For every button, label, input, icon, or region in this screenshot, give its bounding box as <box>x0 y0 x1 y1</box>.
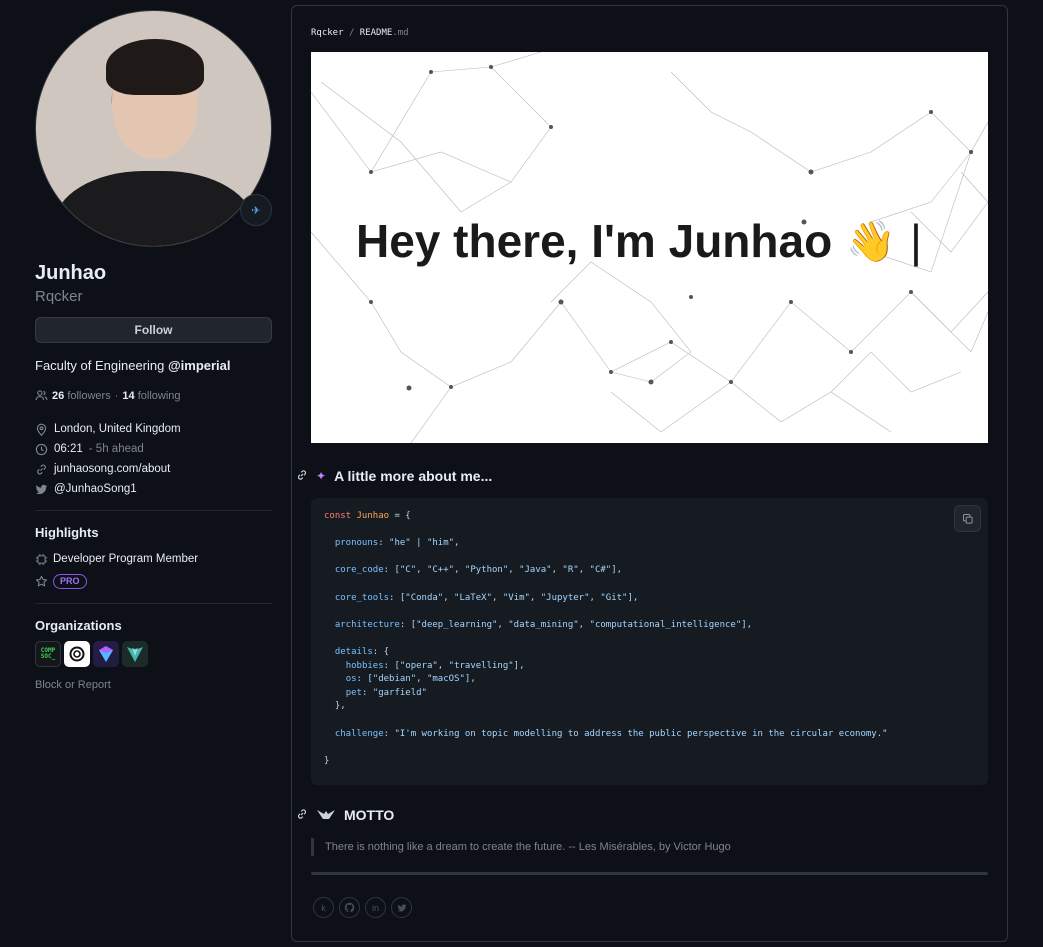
bird-icon <box>316 807 336 823</box>
local-time-text: 06:21 <box>54 443 83 455</box>
horizontal-rule <box>311 872 988 875</box>
github-icon[interactable] <box>339 897 360 918</box>
avatar-hair-shape <box>106 39 204 95</box>
cpu-icon <box>35 553 48 566</box>
breadcrumb-repo[interactable]: Rqcker <box>311 28 344 38</box>
org-openai-icon[interactable] <box>64 641 90 667</box>
breadcrumb-separator: / <box>348 28 355 38</box>
linkedin-icon[interactable]: in <box>365 897 386 918</box>
about-heading-text: A little more about me... <box>334 468 493 484</box>
website-link[interactable]: junhaosong.com/about <box>54 463 170 475</box>
divider <box>35 603 272 604</box>
readme-breadcrumb: Rqcker / README.md <box>311 28 409 38</box>
code-block: const Junhao = { pronouns: "he" | "him",… <box>311 498 988 785</box>
divider <box>35 510 272 511</box>
follow-stats: 26 followers · 14 following <box>35 389 272 402</box>
social-links: k in <box>313 897 412 918</box>
avatar-body-shape <box>54 171 254 246</box>
people-icon <box>35 389 48 402</box>
copy-code-button[interactable] <box>954 505 981 532</box>
banner-cursor: | <box>909 215 922 267</box>
org-vite-icon[interactable] <box>122 641 148 667</box>
star-icon <box>35 575 48 588</box>
developer-program-item[interactable]: Developer Program Member <box>35 548 272 570</box>
anchor-link-icon[interactable] <box>296 808 308 823</box>
anchor-link-icon[interactable] <box>296 469 308 484</box>
organizations-title: Organizations <box>35 618 122 633</box>
clock-icon <box>35 443 48 456</box>
bio-text: Faculty of Engineering <box>35 358 168 373</box>
profile-details: London, United Kingdom 06:21 - 5h ahead … <box>35 419 272 499</box>
followers-link[interactable]: 26 followers <box>52 390 111 402</box>
follow-button[interactable]: Follow <box>35 317 272 343</box>
avatar[interactable] <box>35 10 272 247</box>
twitter-icon[interactable] <box>391 897 412 918</box>
twitter-handle[interactable]: @JunhaoSong1 <box>54 483 137 495</box>
location-text: London, United Kingdom <box>54 423 181 435</box>
readme-panel: Rqcker / README.md Hey there, I'm Junhao… <box>291 5 1008 942</box>
local-time-item: 06:21 - 5h ahead <box>35 439 272 459</box>
motto-quote: There is nothing like a dream to create … <box>311 838 731 856</box>
about-heading: ✦ A little more about me... <box>296 468 492 484</box>
organizations-list: COMP SOC_ <box>35 641 272 667</box>
readme-banner-image: Hey there, I'm Junhao 👋 | <box>311 52 988 443</box>
bio-org-link[interactable]: @imperial <box>168 358 231 373</box>
banner-greeting-text: Hey there, I'm Junhao <box>356 215 833 267</box>
location-pin-icon <box>35 423 48 436</box>
stat-separator: · <box>114 389 119 402</box>
copy-icon <box>962 513 973 524</box>
kaggle-icon[interactable]: k <box>313 897 334 918</box>
waving-hand-icon: 👋 <box>846 219 896 264</box>
profile-login: Rqcker <box>35 288 83 305</box>
twitter-item[interactable]: @JunhaoSong1 <box>35 479 272 499</box>
profile-sidebar: ✈ Junhao Rqcker Follow Faculty of Engine… <box>35 10 272 691</box>
breadcrumb-ext: .md <box>392 28 409 38</box>
developer-program-text: Developer Program Member <box>53 553 199 565</box>
sparkle-icon: ✦ <box>316 469 327 483</box>
breadcrumb-file[interactable]: README <box>360 28 393 38</box>
time-offset-text: - 5h ahead <box>88 443 144 455</box>
twitter-icon <box>35 483 48 496</box>
motto-heading: MOTTO <box>296 807 394 823</box>
website-item[interactable]: junhaosong.com/about <box>35 459 272 479</box>
block-report-link[interactable]: Block or Report <box>35 679 272 691</box>
highlights-title: Highlights <box>35 525 99 540</box>
motto-heading-text: MOTTO <box>344 807 395 823</box>
banner-greeting: Hey there, I'm Junhao 👋 | <box>356 214 922 268</box>
profile-name: Junhao <box>35 262 107 284</box>
link-icon <box>35 463 48 476</box>
org-gem-icon[interactable] <box>93 641 119 667</box>
pro-badge: PRO <box>53 573 87 589</box>
pro-item[interactable]: PRO <box>35 570 272 592</box>
org-compsoc-avatar[interactable]: COMP SOC_ <box>35 641 61 667</box>
profile-bio: Faculty of Engineering @imperial <box>35 358 272 373</box>
status-emoji-icon[interactable]: ✈ <box>240 194 272 226</box>
following-link[interactable]: 14 following <box>122 390 180 402</box>
location-item: London, United Kingdom <box>35 419 272 439</box>
avatar-container: ✈ <box>35 10 272 247</box>
